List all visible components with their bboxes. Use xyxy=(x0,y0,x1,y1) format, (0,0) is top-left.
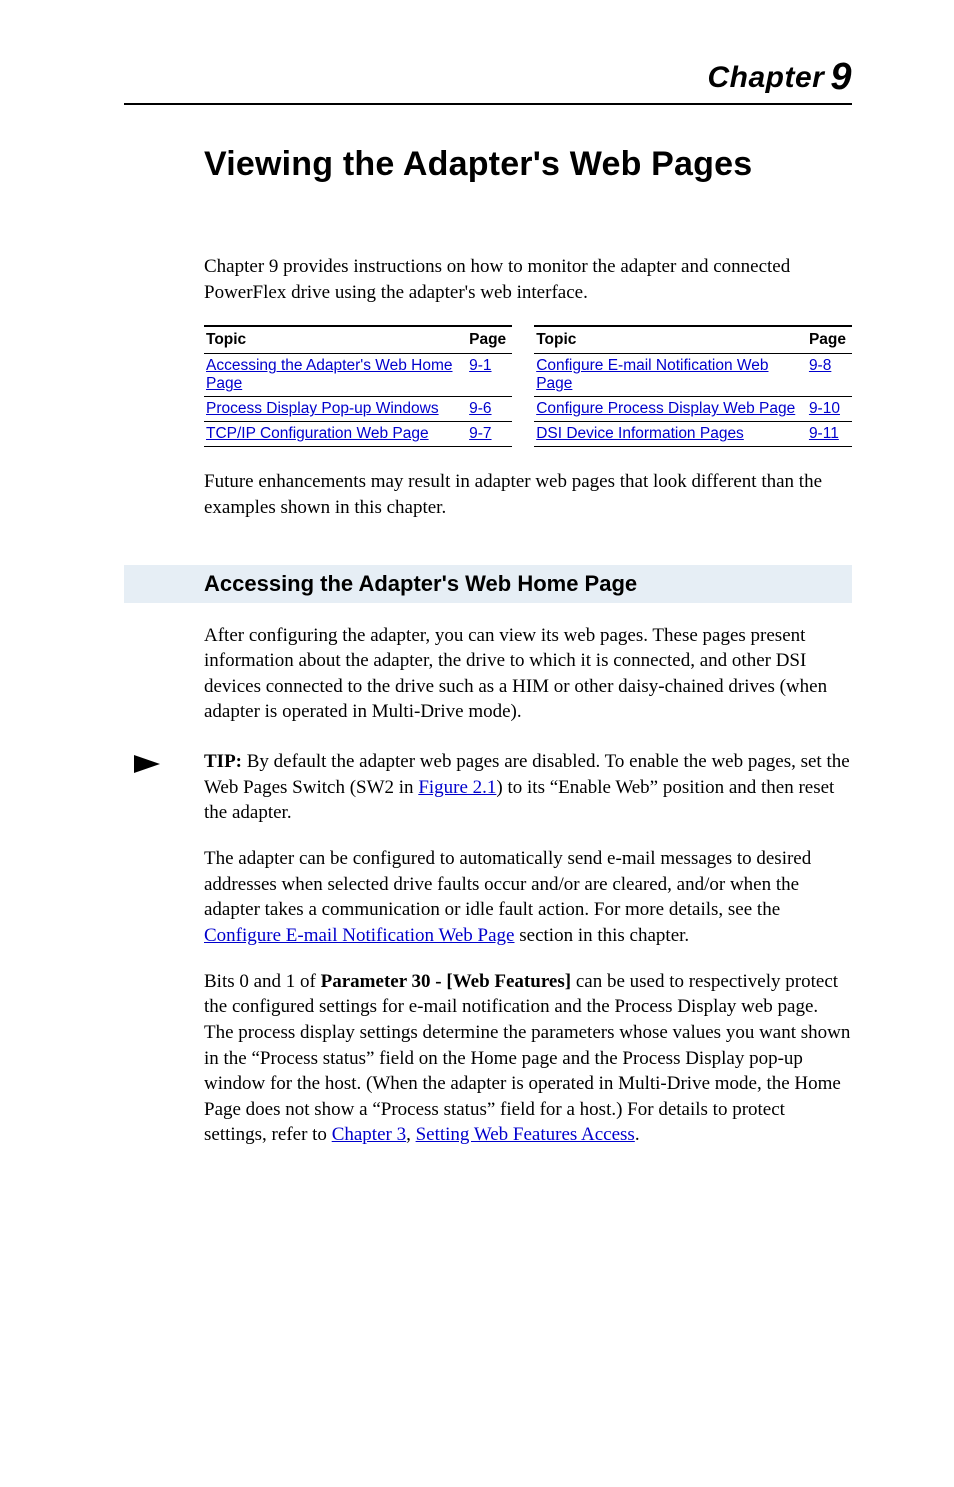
toc-row: TCP/IP Configuration Web Page 9-7 xyxy=(204,422,512,447)
toc-link[interactable]: Accessing the Adapter's Web Home Page xyxy=(206,357,453,392)
toc-link[interactable]: Configure E-mail Notification Web Page xyxy=(536,357,768,392)
toc-row: Accessing the Adapter's Web Home Page 9-… xyxy=(204,354,512,397)
tip-marker-icon xyxy=(124,749,204,775)
body-paragraph-1: After configuring the adapter, you can v… xyxy=(204,623,852,726)
tip-text: TIP: By default the adapter web pages ar… xyxy=(204,749,852,826)
toc-table-right: Topic Page Configure E-mail Notification… xyxy=(534,325,852,447)
toc-col-topic: Topic xyxy=(204,326,467,354)
toc-link[interactable]: DSI Device Information Pages xyxy=(536,425,744,442)
toc-page-link[interactable]: 9-7 xyxy=(469,425,491,442)
para3-bold: Parameter 30 - [Web Features] xyxy=(321,971,571,992)
header-rule xyxy=(124,103,852,105)
toc-page-link[interactable]: 9-10 xyxy=(809,400,840,417)
toc-page-link[interactable]: 9-6 xyxy=(469,400,491,417)
page-title: Viewing the Adapter's Web Pages xyxy=(204,145,852,184)
chapter-word: Chapter xyxy=(708,61,825,94)
toc-link[interactable]: Process Display Pop-up Windows xyxy=(206,400,439,417)
toc-link[interactable]: Configure Process Display Web Page xyxy=(536,400,795,417)
after-toc-paragraph: Future enhancements may result in adapte… xyxy=(204,469,852,520)
para3-text-3: , xyxy=(406,1124,416,1145)
section-heading: Accessing the Adapter's Web Home Page xyxy=(124,565,852,603)
intro-paragraph: Chapter 9 provides instructions on how t… xyxy=(204,254,852,305)
chapter-header: Chapter9 xyxy=(124,56,852,103)
para2-text-1: The adapter can be configured to automat… xyxy=(204,848,811,920)
body-paragraph-3: Bits 0 and 1 of Parameter 30 - [Web Feat… xyxy=(204,969,852,1148)
toc-row: Configure E-mail Notification Web Page 9… xyxy=(534,354,852,397)
toc-row: DSI Device Information Pages 9-11 xyxy=(534,422,852,447)
toc-col-page: Page xyxy=(467,326,512,354)
para3-link-chapter[interactable]: Chapter 3 xyxy=(332,1124,406,1145)
toc-row: Configure Process Display Web Page 9-10 xyxy=(534,397,852,422)
body-paragraph-2: The adapter can be configured to automat… xyxy=(204,846,852,949)
para3-text-1: Bits 0 and 1 of xyxy=(204,971,321,992)
toc-row: Process Display Pop-up Windows 9-6 xyxy=(204,397,512,422)
toc-link[interactable]: TCP/IP Configuration Web Page xyxy=(206,425,429,442)
toc-col-page: Page xyxy=(807,326,852,354)
para2-link[interactable]: Configure E-mail Notification Web Page xyxy=(204,925,515,946)
toc-col-topic: Topic xyxy=(534,326,807,354)
chapter-number: 9 xyxy=(830,56,852,98)
para2-text-2: section in this chapter. xyxy=(515,925,690,946)
tip-link-figure[interactable]: Figure 2.1 xyxy=(418,777,496,798)
toc-page-link[interactable]: 9-8 xyxy=(809,357,831,374)
toc-table-left: Topic Page Accessing the Adapter's Web H… xyxy=(204,325,512,447)
para3-link-section[interactable]: Setting Web Features Access xyxy=(416,1124,635,1145)
para3-text-2: can be used to respectively protect the … xyxy=(204,971,850,1146)
toc-page-link[interactable]: 9-11 xyxy=(809,425,839,442)
tip-block: TIP: By default the adapter web pages ar… xyxy=(124,749,852,826)
toc-page-link[interactable]: 9-1 xyxy=(469,357,491,374)
toc-tables: Topic Page Accessing the Adapter's Web H… xyxy=(204,325,852,447)
tip-label: TIP: xyxy=(204,751,242,772)
para3-text-4: . xyxy=(635,1124,640,1145)
